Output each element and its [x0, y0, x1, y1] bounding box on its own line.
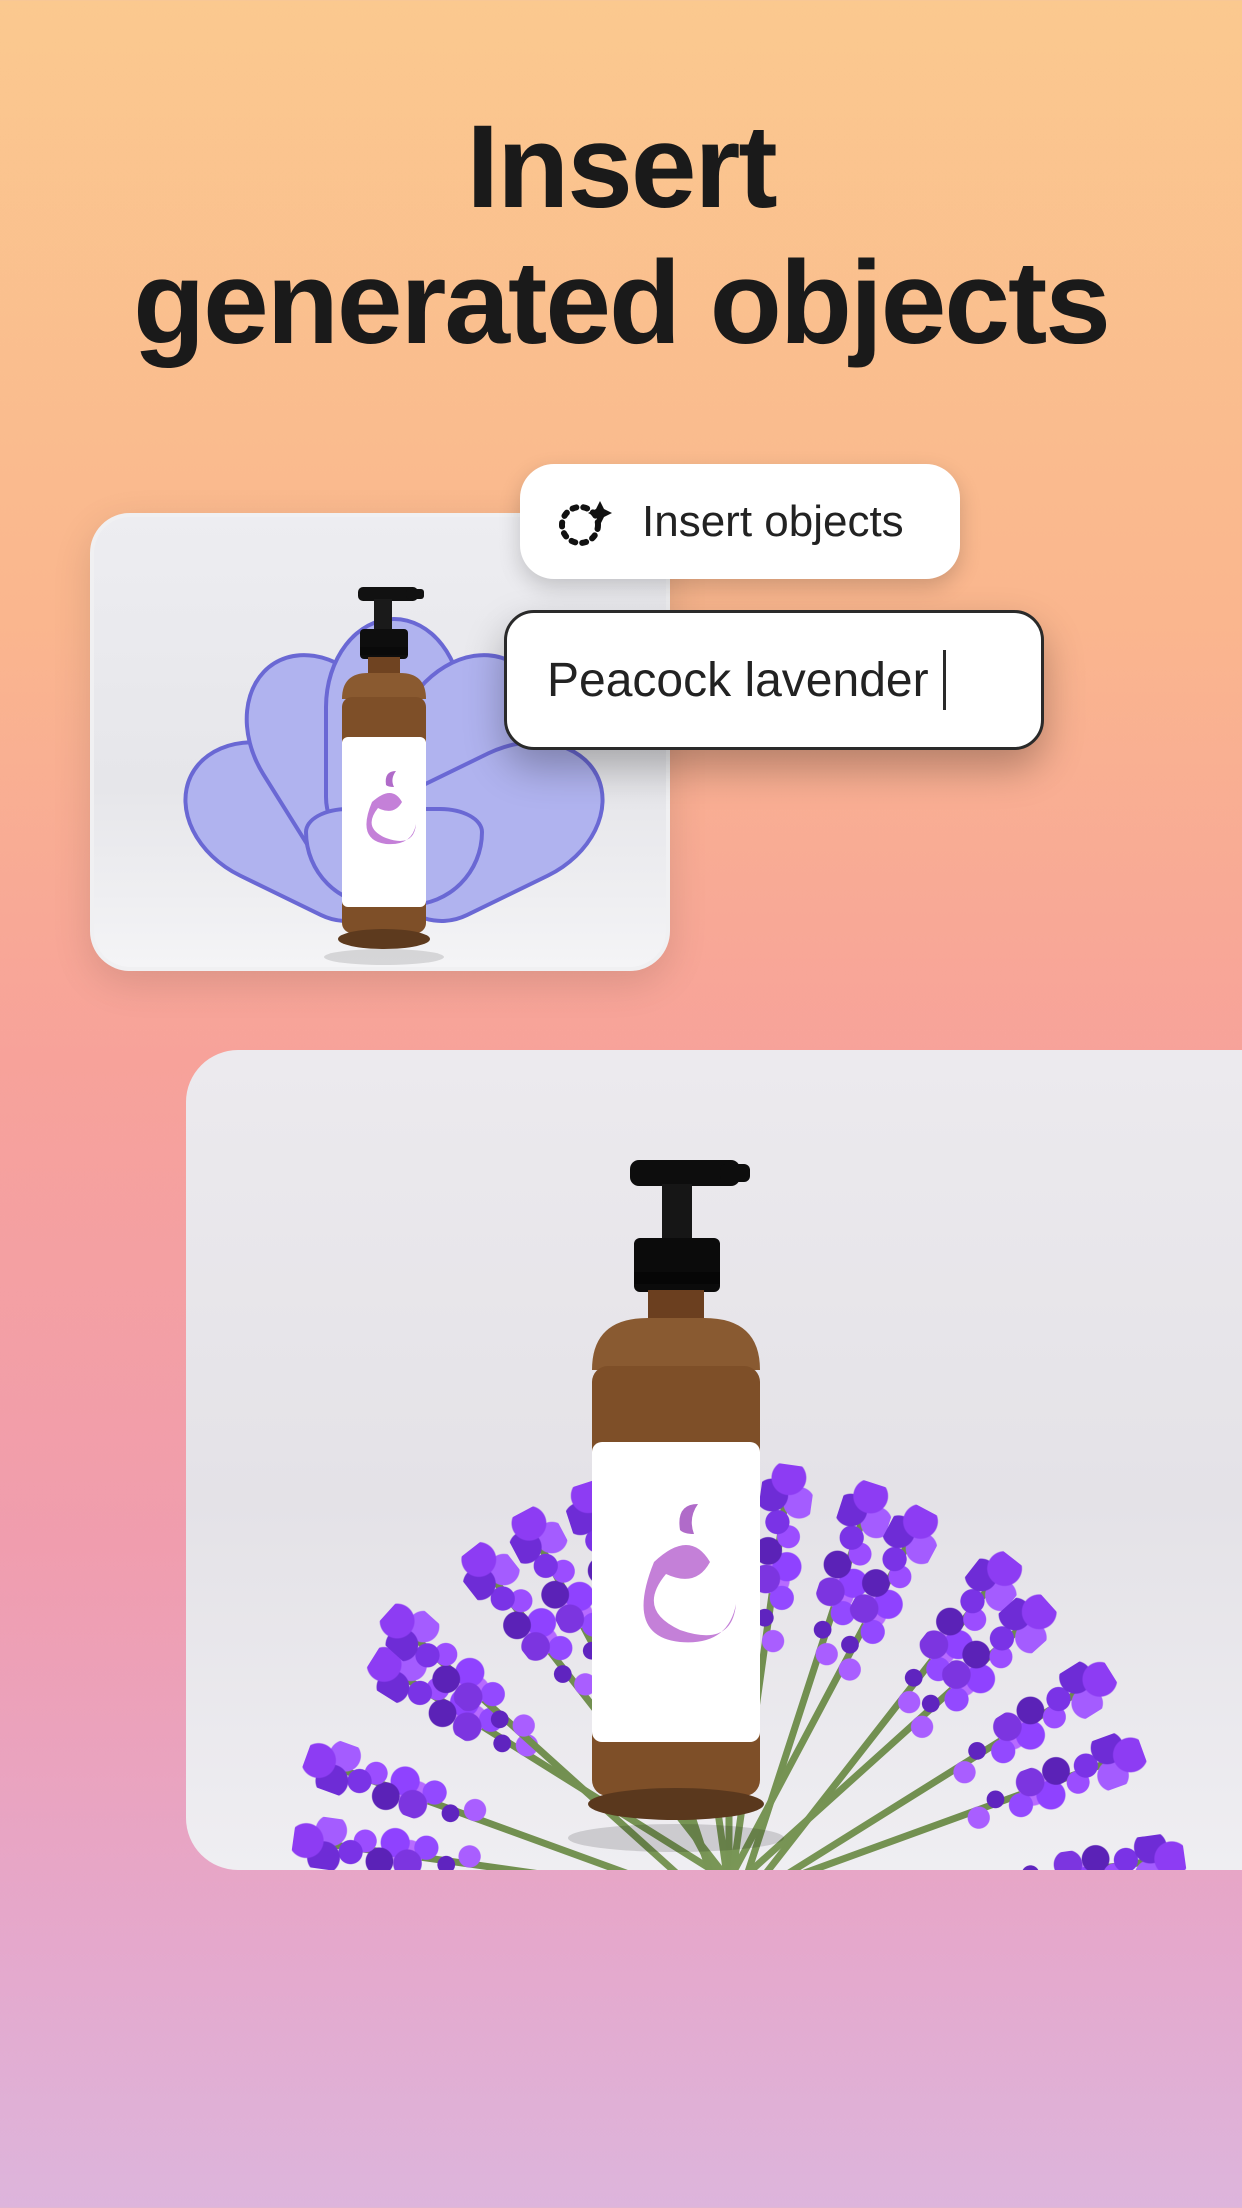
text-cursor — [943, 650, 946, 710]
generative-sparkle-icon — [556, 493, 614, 551]
insert-objects-label: Insert objects — [642, 497, 904, 547]
headline-line1: Insert — [466, 101, 775, 233]
result-image-card — [186, 1050, 1242, 1870]
prompt-input[interactable]: Peacock lavender — [504, 610, 1044, 750]
page-title: Insert generated objects — [0, 0, 1242, 371]
headline-line2: generated objects — [133, 237, 1109, 369]
product-bottle-large — [546, 1160, 806, 1860]
product-bottle-small — [314, 587, 454, 967]
insert-objects-button[interactable]: Insert objects — [520, 464, 960, 579]
prompt-input-value: Peacock lavender — [547, 653, 929, 708]
